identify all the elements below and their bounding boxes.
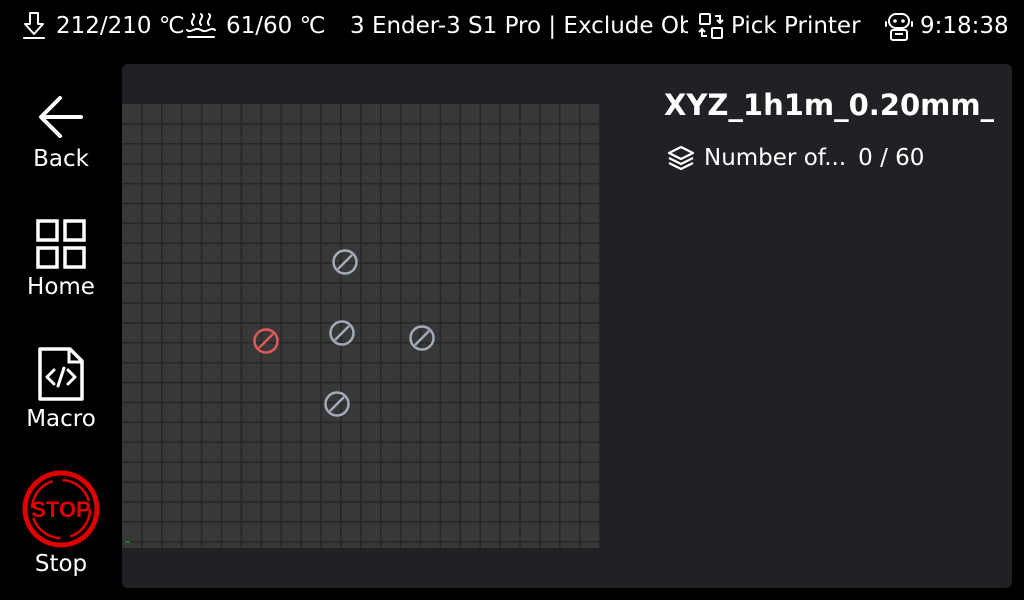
robot-icon <box>885 13 913 41</box>
stop-label: Stop <box>34 551 88 577</box>
emergency-stop-button[interactable]: STOP Stop <box>0 469 122 577</box>
macro-icon <box>38 347 84 401</box>
nozzle-temp-value: 212/210 ℃ <box>56 13 185 39</box>
exclude-object-slash <box>334 325 350 341</box>
thermometer-nozzle-icon <box>23 12 45 39</box>
back-button[interactable]: Back <box>0 92 122 172</box>
exclude-object-slash <box>337 254 353 270</box>
nozzle-temp[interactable]: 212/210 ℃ <box>20 9 185 43</box>
bed-temp-value: 61/60 ℃ <box>226 13 326 39</box>
pick-printer-icon <box>698 13 724 39</box>
macro-label: Macro <box>26 406 96 432</box>
layer-progress: Number of... 0 / 60 <box>666 144 924 172</box>
home-grid-icon <box>36 219 86 269</box>
exclude-object-1[interactable] <box>332 249 358 275</box>
bed-temp[interactable]: 61/60 ℃ <box>184 9 325 43</box>
printer-title-text: 3 Ender-3 S1 Pro | Exclude Objects <box>350 13 688 39</box>
bed-map[interactable] <box>122 104 600 548</box>
home-button[interactable]: Home <box>0 218 122 300</box>
printer-title: 3 Ender-3 S1 Pro | Exclude Objects <box>350 9 688 43</box>
sidebar: Back Home Macro STOP Stop <box>0 64 122 600</box>
stop-icon-text: STOP <box>31 497 91 522</box>
stop-icon: STOP <box>22 470 100 548</box>
macro-button[interactable]: Macro <box>0 346 122 432</box>
heated-bed-icon <box>186 13 216 38</box>
pick-printer-button[interactable]: Pick Printer <box>697 9 861 43</box>
layers-label: Number of... <box>704 145 847 171</box>
exclude-object-3[interactable] <box>253 328 279 354</box>
clock[interactable]: 9:18:38 <box>884 9 1009 43</box>
home-label: Home <box>27 274 95 300</box>
layers-value: 0 / 60 <box>858 145 925 171</box>
pick-printer-label: Pick Printer <box>731 13 861 39</box>
status-bar: 212/210 ℃ 61/60 ℃ 3 Ender-3 S1 Pro | Exc… <box>0 0 1024 52</box>
clock-time: 9:18:38 <box>920 13 1009 39</box>
exclude-object-5[interactable] <box>324 391 350 417</box>
exclude-object-slash <box>329 396 345 412</box>
layers-icon <box>667 145 695 171</box>
job-filename: XYZ_1h1m_0.20mm_PLA_ENDER3S1PRO.gcode <box>664 88 994 122</box>
back-arrow-icon <box>39 96 83 138</box>
exclude-object-4[interactable] <box>409 325 435 351</box>
exclude-object-2[interactable] <box>329 320 355 346</box>
back-label: Back <box>33 146 89 172</box>
exclude-objects-panel: XYZ_1h1m_0.20mm_PLA_ENDER3S1PRO.gcode Nu… <box>122 64 1012 588</box>
bed-map-canvas[interactable] <box>122 104 600 548</box>
bed-grid <box>122 104 600 548</box>
